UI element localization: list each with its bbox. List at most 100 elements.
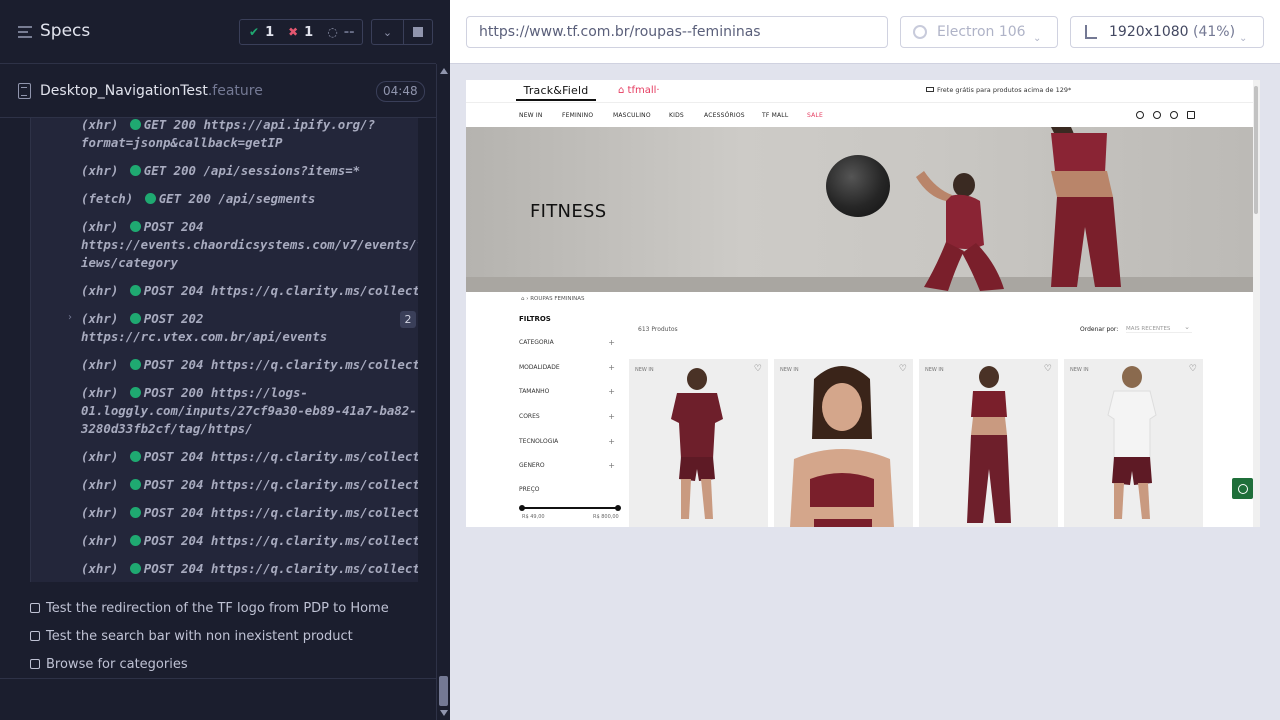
- passed-stat: ✔ 1: [249, 25, 274, 40]
- shipping-banner: Frete grátis para produtos acima de 129*: [926, 86, 1071, 94]
- site-scrollbar[interactable]: [1253, 80, 1260, 527]
- command-log-entry[interactable]: (xhr) POST 204 https://q.clarity.ms/coll…: [81, 476, 418, 494]
- spec-file-row[interactable]: Desktop_NavigationTest.feature 04:48: [0, 72, 436, 118]
- command-log-entry[interactable]: (xhr) GET 200 https://api.ipify.org/? for…: [81, 118, 417, 152]
- command-log-entry[interactable]: (xhr) POST 204 https://q.clarity.ms/coll…: [81, 448, 418, 466]
- test-stats: ✔ 1 ✖ 1 ◌ --: [239, 19, 363, 45]
- product-card[interactable]: NEW IN ♡: [629, 359, 768, 527]
- command-log-entry[interactable]: (xhr) POST 202 https://rc.vtex.com.br/api…: [81, 310, 417, 346]
- command-log-entry[interactable]: (xhr) POST 204 https://events.chaordicsys…: [81, 218, 418, 272]
- filters-title: FILTROS: [519, 315, 551, 323]
- specs-list-icon[interactable]: [18, 25, 32, 39]
- test-item[interactable]: Test the redirection of the TF logo from…: [30, 599, 389, 617]
- status-dot-icon: [129, 165, 141, 176]
- nav-icons: [1136, 111, 1195, 119]
- user-icon[interactable]: [1170, 111, 1178, 119]
- cart-icon[interactable]: [1187, 111, 1195, 119]
- app-under-test: https://www.tf.com.br/roupas--femininas …: [450, 0, 1280, 720]
- sort-select[interactable]: MAIS RECENTES: [1126, 323, 1192, 333]
- scroll-down-arrow-icon[interactable]: [440, 710, 448, 716]
- heart-icon[interactable]: ♡: [899, 364, 907, 374]
- command-log-entry[interactable]: (xhr) POST 204 https://q.clarity.ms/coll…: [81, 282, 418, 300]
- test-item[interactable]: Browse for categories: [30, 655, 188, 673]
- nav-item-tf-mall[interactable]: TF MALL: [762, 112, 788, 119]
- price-range-slider[interactable]: [519, 505, 621, 511]
- filter-tecnologia[interactable]: TECNOLOGIA +: [519, 437, 615, 446]
- plus-icon: +: [608, 338, 615, 347]
- tfmall-label: tfmall·: [627, 85, 660, 96]
- spec-file-name[interactable]: Desktop_NavigationTest.feature: [40, 83, 263, 99]
- filter-modalidade[interactable]: MODALIDADE +: [519, 363, 615, 372]
- plus-icon: +: [608, 387, 615, 396]
- hero-banner[interactable]: FITNESS: [466, 127, 1253, 292]
- nav-item-sale[interactable]: SALE: [807, 112, 823, 119]
- nav-item-feminino[interactable]: FEMININO: [562, 112, 593, 119]
- browser-selector[interactable]: Electron 106 ⌄: [900, 16, 1058, 48]
- log-message: GET 200 /api/segments: [158, 191, 316, 206]
- url-bar[interactable]: https://www.tf.com.br/roupas--femininas: [466, 16, 888, 48]
- plus-icon: +: [608, 437, 615, 446]
- test-title: Test the search bar with non inexistent …: [46, 628, 353, 644]
- log-kind: (xhr): [81, 118, 119, 132]
- nav-item-acessorios[interactable]: ACESSÓRIOS: [704, 112, 745, 119]
- chevron-down-icon: ⌄: [1239, 33, 1248, 44]
- test-title: Test the redirection of the TF logo from…: [46, 600, 389, 616]
- nav-item-kids[interactable]: KIDS: [669, 112, 684, 119]
- command-log-entry[interactable]: (xhr) POST 204 https://q.clarity.ms/coll…: [81, 560, 418, 578]
- product-card[interactable]: NEW IN ♡: [1064, 359, 1203, 527]
- scrollbar-thumb[interactable]: [1254, 86, 1258, 214]
- status-dot-icon: [129, 479, 141, 490]
- scroll-up-arrow-icon[interactable]: [440, 68, 448, 74]
- whatsapp-button[interactable]: [1232, 478, 1253, 499]
- product-card[interactable]: NEW IN ♡: [774, 359, 913, 527]
- nav-item-masculino[interactable]: MASCULINO: [613, 112, 651, 119]
- chevron-right-icon[interactable]: ›: [68, 312, 72, 323]
- command-log-entry[interactable]: (xhr) GET 200 /api/sessions?items=*: [81, 162, 417, 180]
- product-image: [671, 368, 723, 519]
- test-item[interactable]: Test the search bar with non inexistent …: [30, 627, 353, 645]
- price-max: R$ 800,00: [593, 514, 619, 520]
- log-message: POST 204 https://q.clarity.ms/collect: [143, 477, 418, 492]
- heart-icon[interactable]: ♡: [754, 364, 762, 374]
- product-count: 613 Produtos: [638, 326, 678, 333]
- filter-genero[interactable]: GENERO +: [519, 461, 615, 470]
- heart-icon[interactable]: [1153, 111, 1161, 119]
- command-log-entry[interactable]: (xhr) POST 200 https://logs- 01.loggly.co…: [81, 384, 417, 438]
- heart-icon[interactable]: ♡: [1044, 364, 1052, 374]
- product-image: [790, 366, 894, 527]
- specs-title[interactable]: Specs: [40, 21, 90, 41]
- log-message: POST 204: [143, 219, 204, 234]
- log-kind: (xhr): [81, 561, 119, 576]
- command-log-entry[interactable]: (fetch) GET 200 /api/segments: [81, 190, 417, 208]
- filter-cores[interactable]: CORES +: [519, 412, 615, 421]
- test-pending-icon: [30, 659, 40, 669]
- home-icon[interactable]: ⌂: [521, 296, 525, 302]
- scrollbar-thumb[interactable]: [439, 676, 448, 706]
- command-log-entry[interactable]: (xhr) POST 204 https://q.clarity.ms/coll…: [81, 356, 418, 374]
- test-pending-icon: [30, 603, 40, 613]
- product-tag: NEW IN: [635, 367, 654, 373]
- command-log-entry[interactable]: (xhr) POST 204 https://q.clarity.ms/coll…: [81, 504, 418, 522]
- status-dot-icon: [129, 563, 141, 574]
- tfmall-logo[interactable]: ⌂ tfmall·: [618, 85, 660, 96]
- nav-item-new-in[interactable]: NEW IN: [519, 112, 543, 119]
- command-log-entry[interactable]: (xhr) POST 204 https://q.clarity.ms/coll…: [81, 532, 418, 550]
- filter-tamanho[interactable]: TAMANHO +: [519, 387, 615, 396]
- log-kind: (xhr): [81, 357, 119, 372]
- log-kind: (fetch): [81, 191, 134, 206]
- product-card[interactable]: NEW IN ♡: [919, 359, 1058, 527]
- divider: [0, 678, 436, 679]
- stop-button[interactable]: [404, 19, 433, 45]
- filter-categoria[interactable]: CATEGORIA +: [519, 338, 615, 347]
- heart-icon[interactable]: ♡: [1189, 364, 1197, 374]
- toggle-auto-scroll-button[interactable]: ⌄: [371, 19, 404, 45]
- search-icon[interactable]: [1136, 111, 1144, 119]
- reporter-scrollbar[interactable]: [436, 64, 450, 720]
- chevron-down-icon: ⌄: [382, 25, 393, 39]
- log-message: GET 200 /api/sessions?items=*: [143, 163, 361, 178]
- filter-label: GENERO: [519, 462, 545, 469]
- viewport-info[interactable]: 1920x1080 (41%) ⌄: [1070, 16, 1264, 48]
- site-preview: Track&Field ⌂ tfmall· Frete grátis para …: [466, 80, 1260, 527]
- trackfield-logo[interactable]: Track&Field: [516, 82, 596, 101]
- shipping-text: Frete grátis para produtos acima de 129*: [937, 86, 1072, 94]
